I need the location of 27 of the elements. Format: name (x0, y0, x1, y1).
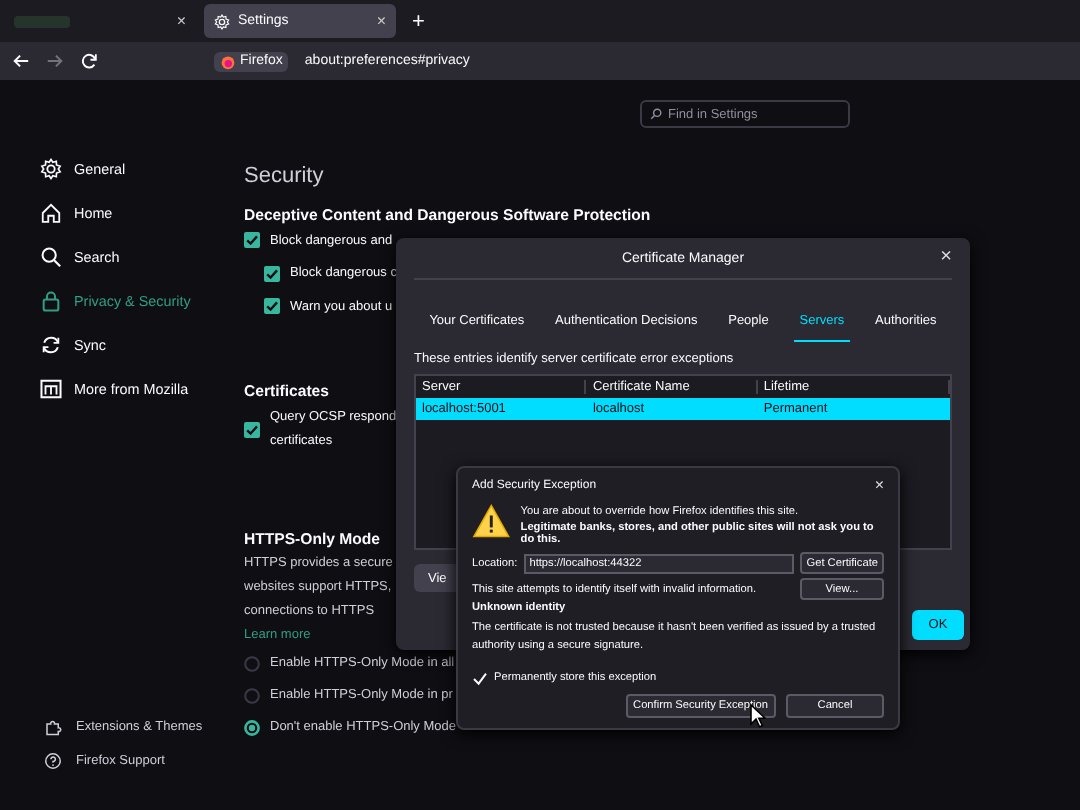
gear-icon (40, 157, 62, 179)
close-tab-button[interactable]: × (176, 12, 186, 30)
radio-button[interactable] (244, 719, 260, 735)
section-title: Security (244, 164, 324, 188)
new-tab-button[interactable]: + (412, 9, 425, 33)
box-icon (40, 377, 62, 399)
puzzle-icon (44, 718, 62, 736)
warning-icon (472, 502, 511, 540)
help-icon (44, 752, 62, 770)
lock-icon (40, 289, 62, 311)
search-icon (650, 108, 662, 120)
close-tab-button[interactable]: × (376, 12, 386, 30)
sync-icon (40, 333, 62, 355)
flame-icon (220, 53, 236, 69)
checkbox[interactable] (264, 265, 280, 282)
close-button[interactable]: × (874, 476, 884, 494)
checkbox[interactable] (244, 421, 260, 437)
home-icon (40, 201, 62, 223)
gear-icon (214, 13, 230, 29)
search-icon (40, 245, 62, 267)
checkbox[interactable] (244, 232, 260, 249)
reload-icon[interactable] (80, 52, 98, 70)
back-icon[interactable] (12, 52, 30, 70)
close-button[interactable]: × (940, 246, 952, 268)
checkbox[interactable] (264, 298, 280, 315)
radio-button[interactable] (244, 687, 260, 703)
radio-button[interactable] (244, 655, 260, 671)
